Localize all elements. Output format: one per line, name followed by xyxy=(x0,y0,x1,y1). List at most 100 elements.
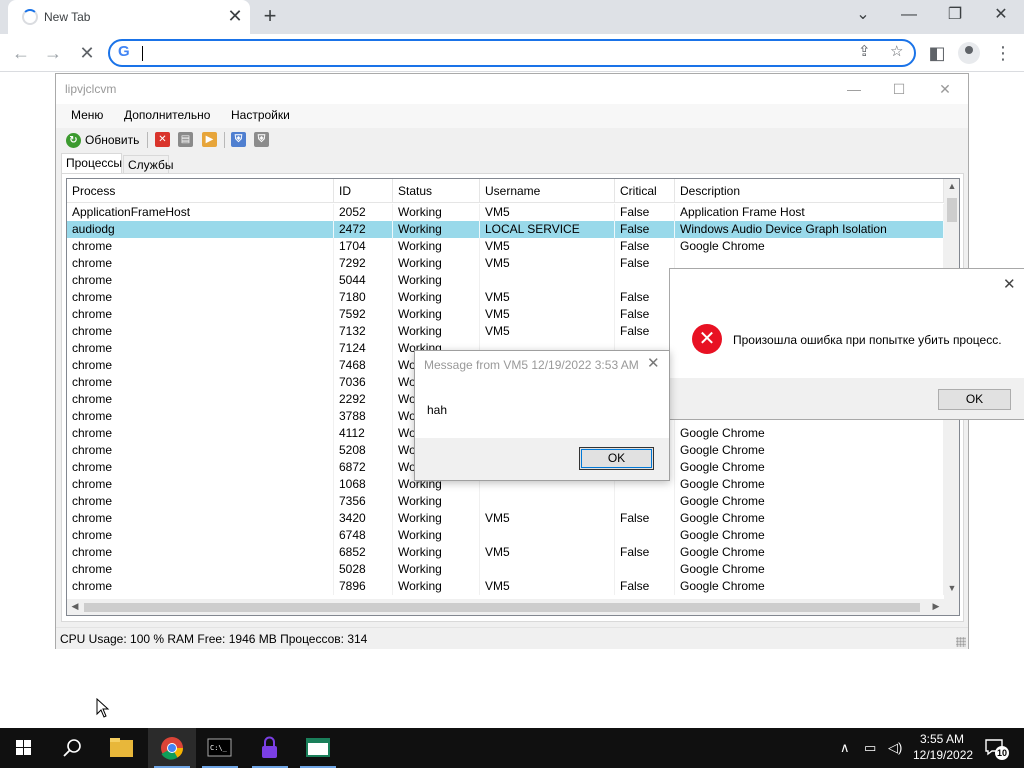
new-tab-button[interactable]: + xyxy=(258,4,282,28)
back-arrow-icon[interactable]: ← xyxy=(8,40,34,66)
close-window-button[interactable]: ✕ xyxy=(978,0,1024,32)
cell-critical: False xyxy=(615,306,675,323)
table-row[interactable]: chrome 7356 Working Google Chrome xyxy=(67,493,944,510)
cell-process: chrome xyxy=(67,425,334,442)
forward-arrow-icon[interactable]: → xyxy=(40,40,66,66)
column-header-description[interactable]: Description xyxy=(675,179,944,203)
google-g-icon: G xyxy=(118,43,130,60)
message-close-icon[interactable]: ✕ xyxy=(647,354,660,372)
restore-button[interactable]: ❐ xyxy=(932,0,978,32)
cell-id: 1704 xyxy=(334,238,393,255)
cell-username: VM5 xyxy=(480,323,615,340)
cell-critical xyxy=(615,527,675,544)
cell-id: 7592 xyxy=(334,306,393,323)
resume-process-icon[interactable]: ▶ xyxy=(202,132,217,147)
cell-process: chrome xyxy=(67,306,334,323)
share-icon[interactable]: ⇪ xyxy=(858,42,871,60)
tab-processes[interactable]: Процессы xyxy=(61,153,122,174)
column-header-process[interactable]: Process xyxy=(67,179,334,203)
shield-icon[interactable]: ⛨ xyxy=(231,132,246,147)
suspend-process-icon[interactable]: ▤ xyxy=(178,132,193,147)
cell-status: Working xyxy=(393,306,480,323)
svg-text:C:\_: C:\_ xyxy=(210,744,228,752)
cell-id: 6852 xyxy=(334,544,393,561)
app-window-icon[interactable] xyxy=(294,728,342,768)
cell-status: Working xyxy=(393,238,480,255)
table-row[interactable]: chrome 3420 Working VM5 False Google Chrome xyxy=(67,510,944,527)
minimize-button[interactable]: — xyxy=(886,0,932,32)
cell-username: VM5 xyxy=(480,204,615,221)
horizontal-scroll-thumb[interactable] xyxy=(84,603,920,612)
scroll-right-icon[interactable]: ▶ xyxy=(928,601,944,612)
shield-gray-icon[interactable]: ⛨ xyxy=(254,132,269,147)
cell-process: chrome xyxy=(67,544,334,561)
column-header-id[interactable]: ID xyxy=(334,179,393,203)
notification-center-icon[interactable]: 10 xyxy=(984,738,1009,760)
table-row[interactable]: chrome 6852 Working VM5 False Google Chrome xyxy=(67,544,944,561)
column-header-username[interactable]: Username xyxy=(480,179,615,203)
tray-chevron-up-icon[interactable]: ∧ xyxy=(840,740,850,756)
vertical-scroll-thumb[interactable] xyxy=(947,198,957,222)
cell-status: Working xyxy=(393,221,480,238)
bookmark-star-icon[interactable]: ☆ xyxy=(890,42,903,60)
horizontal-scrollbar[interactable]: ◀ ▶ xyxy=(67,599,944,615)
cell-description: Google Chrome xyxy=(675,459,944,476)
more-menu-icon[interactable]: ⋮ xyxy=(990,40,1016,66)
error-ok-button[interactable]: OK xyxy=(938,389,1011,410)
app-minimize-button[interactable]: — xyxy=(840,78,868,100)
network-icon[interactable]: ▭ xyxy=(864,740,876,756)
app-close-button[interactable]: ✕ xyxy=(931,78,959,100)
cell-username: VM5 xyxy=(480,544,615,561)
column-header-critical[interactable]: Critical xyxy=(615,179,675,203)
cell-critical: False xyxy=(615,323,675,340)
table-row[interactable]: ApplicationFrameHost 2052 Working VM5 False A… xyxy=(67,204,944,221)
cell-process: chrome xyxy=(67,510,334,527)
resize-grip[interactable] xyxy=(956,637,966,647)
scroll-left-icon[interactable]: ◀ xyxy=(67,601,83,612)
lock-app-icon[interactable] xyxy=(246,728,294,768)
cell-process: chrome xyxy=(67,289,334,306)
scroll-down-icon[interactable]: ▼ xyxy=(944,583,959,593)
volume-icon[interactable]: ◁) xyxy=(888,740,902,756)
browser-tab[interactable]: New Tab ✕ xyxy=(8,0,250,34)
terminal-icon[interactable]: C:\_ xyxy=(196,728,244,768)
browser-tab-strip: New Tab ✕ + ⌄ — ❐ ✕ xyxy=(0,0,1024,34)
cell-id: 6748 xyxy=(334,527,393,544)
cell-status: Working xyxy=(393,255,480,272)
tab-close-button[interactable]: ✕ xyxy=(226,6,244,26)
cell-description: Google Chrome xyxy=(675,561,944,578)
error-close-icon[interactable]: ✕ xyxy=(1003,275,1016,293)
cell-description: Google Chrome xyxy=(675,238,944,255)
scroll-up-icon[interactable]: ▲ xyxy=(944,181,959,191)
tab-services[interactable]: Службы xyxy=(123,155,173,173)
profile-avatar-icon[interactable] xyxy=(958,42,980,64)
table-row[interactable]: chrome 7896 Working VM5 False Google Chrome xyxy=(67,578,944,595)
cell-process: chrome xyxy=(67,357,334,374)
status-text: CPU Usage: 100 % RAM Free: 1946 MB Проце… xyxy=(60,632,368,646)
clock[interactable]: 3:55 AM 12/19/2022 xyxy=(913,731,973,763)
message-text: hah xyxy=(427,403,448,417)
cell-description: Google Chrome xyxy=(675,476,944,493)
message-ok-button[interactable]: OK xyxy=(579,447,654,470)
menu-settings[interactable]: Настройки xyxy=(231,108,290,122)
side-panel-icon[interactable]: ◧ xyxy=(924,40,950,66)
menu-additional[interactable]: Дополнительно xyxy=(124,108,210,122)
table-row[interactable]: chrome 5028 Working Google Chrome xyxy=(67,561,944,578)
cell-process: chrome xyxy=(67,323,334,340)
column-header-status[interactable]: Status xyxy=(393,179,480,203)
kill-process-icon[interactable]: ✕ xyxy=(155,132,170,147)
chrome-taskbar-icon[interactable] xyxy=(148,728,196,768)
file-explorer-icon[interactable] xyxy=(98,728,146,768)
app-maximize-button[interactable]: ☐ xyxy=(885,78,913,100)
start-windows-icon[interactable] xyxy=(0,728,48,768)
refresh-button[interactable]: ↻ Обновить xyxy=(66,131,139,149)
table-row[interactable]: chrome 6748 Working Google Chrome xyxy=(67,527,944,544)
text-caret xyxy=(142,46,143,61)
menu-main[interactable]: Меню xyxy=(71,108,103,122)
stop-loading-icon[interactable]: ✕ xyxy=(74,40,100,66)
table-row[interactable]: chrome 1704 Working VM5 False Google Chrome xyxy=(67,238,944,255)
table-row[interactable]: audiodg 2472 Working LOCAL SERVICE False Wind… xyxy=(67,221,944,238)
tab-search-button[interactable]: ⌄ xyxy=(840,0,886,32)
search-icon[interactable] xyxy=(48,728,96,768)
address-bar[interactable]: G ⇪ ☆ xyxy=(108,39,916,67)
